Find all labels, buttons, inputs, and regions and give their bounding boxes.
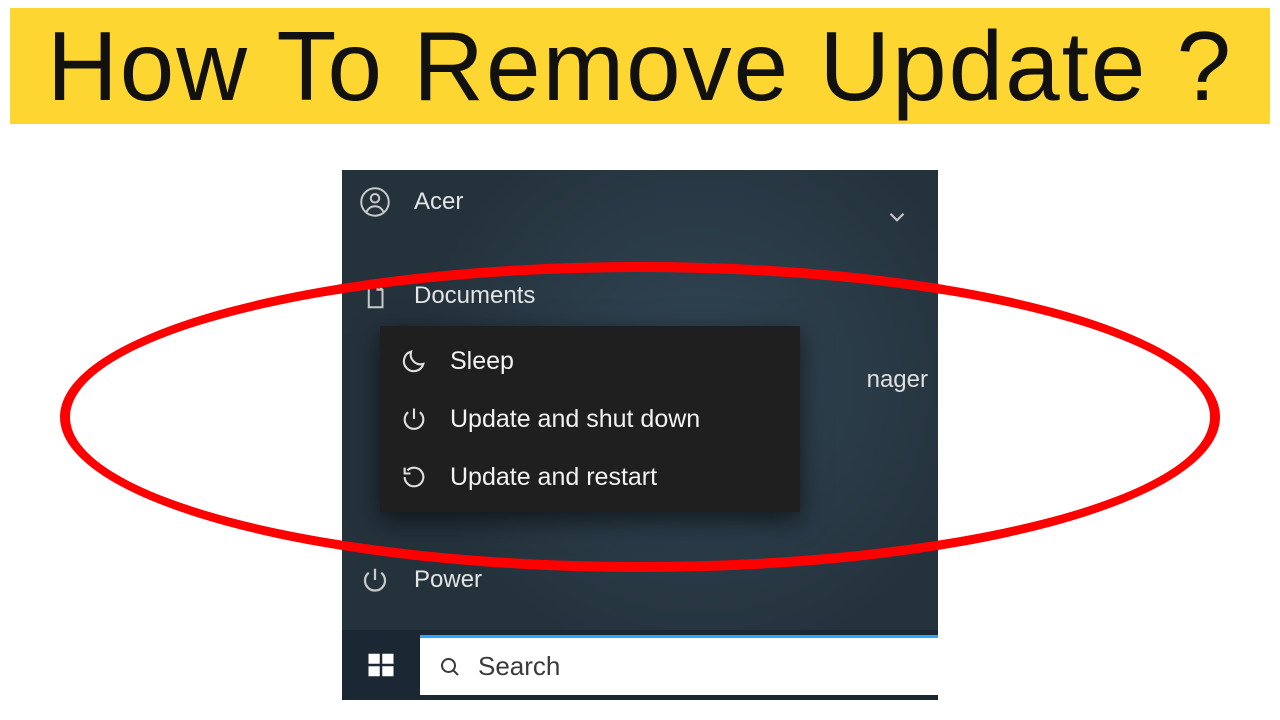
power-row: Power: [342, 548, 732, 612]
power-label: Power: [414, 566, 482, 594]
update-restart-option[interactable]: Update and restart: [380, 448, 800, 506]
search-input[interactable]: Search: [420, 635, 938, 695]
search-icon: [438, 655, 462, 679]
search-placeholder: Search: [478, 651, 560, 682]
user-name-label: Acer: [414, 188, 463, 216]
power-button[interactable]: Power: [342, 548, 732, 612]
taskbar: Search: [342, 630, 938, 700]
chevron-down-icon[interactable]: [884, 204, 910, 230]
documents-button[interactable]: Documents: [342, 264, 732, 328]
title-text: How To Remove Update ?: [47, 10, 1233, 123]
screenshot-panel: nager Acer Documents: [342, 170, 938, 700]
user-account-button[interactable]: Acer: [342, 170, 732, 234]
update-shutdown-option[interactable]: Update and shut down: [380, 390, 800, 448]
power-icon: [360, 565, 390, 595]
power-icon: [400, 405, 428, 433]
title-banner: How To Remove Update ?: [10, 8, 1270, 124]
sleep-option[interactable]: Sleep: [380, 332, 800, 390]
update-restart-label: Update and restart: [450, 463, 657, 492]
document-icon: [360, 281, 390, 311]
restart-icon: [400, 463, 428, 491]
moon-icon: [400, 347, 428, 375]
update-shutdown-label: Update and shut down: [450, 405, 700, 434]
documents-label: Documents: [414, 282, 535, 310]
power-flyout: Sleep Update and shut down Update and re…: [380, 326, 800, 512]
windows-icon: [366, 650, 396, 680]
background-partial-text: nager: [867, 366, 938, 394]
start-left-rail: Acer Documents: [342, 170, 732, 328]
sleep-label: Sleep: [450, 347, 514, 376]
start-button[interactable]: [342, 630, 420, 700]
person-icon: [360, 187, 390, 217]
